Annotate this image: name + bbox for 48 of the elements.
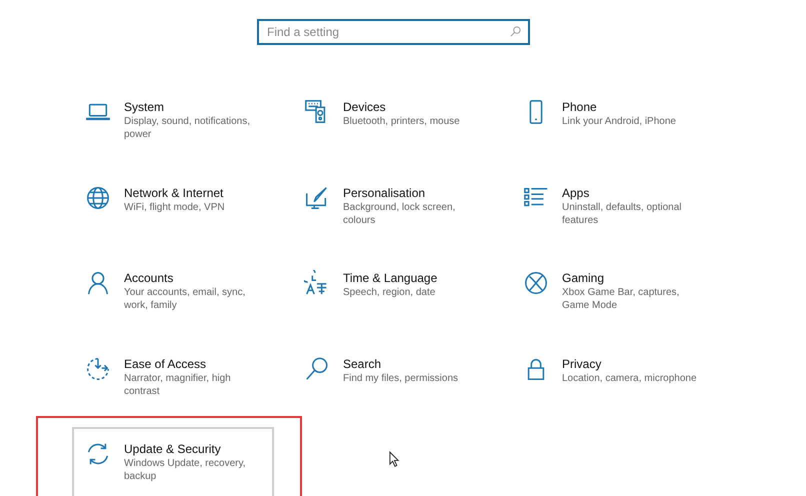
search-icon xyxy=(304,356,330,382)
category-title: Time & Language xyxy=(343,270,438,286)
category-description: Narrator, magnifier, high contrast xyxy=(124,372,232,398)
category-title: Update & Security xyxy=(124,441,222,457)
category-description: Xbox Game Bar, captures, Game Mode xyxy=(562,286,680,312)
globe-icon xyxy=(85,184,111,210)
category-description: Uninstall, defaults, optional features xyxy=(562,200,683,226)
category-title: Ease of Access xyxy=(124,356,208,372)
settings-category[interactable]: Devices Bluetooth, printers, mouse xyxy=(291,85,493,161)
category-description: Link your Android, iPhone xyxy=(562,115,677,128)
category-title: Gaming xyxy=(562,270,606,286)
category-description: Windows Update, recovery, backup xyxy=(124,457,247,483)
settings-category[interactable]: Personalisation Background, lock screen, colours xyxy=(291,170,493,246)
category-description: Find my files, permissions xyxy=(343,372,460,384)
settings-category[interactable]: Accounts Your accounts, email, sync, work, family xyxy=(72,256,274,332)
settings-category[interactable]: Time & Language Speech, region, date xyxy=(291,256,493,332)
category-description: Your accounts, email, sync, work, family xyxy=(124,286,246,312)
category-description: Location, camera, microphone xyxy=(562,372,698,384)
settings-category[interactable]: Network & Internet WiFi, flight mode, VPN xyxy=(72,170,274,246)
category-description: Speech, region, date xyxy=(343,286,436,299)
category-title: Phone xyxy=(562,99,598,115)
settings-category[interactable]: Phone Link your Android, iPhone xyxy=(510,85,712,161)
settings-category[interactable]: Update & Security Windows Update, recovery, backup xyxy=(72,427,274,496)
settings-category[interactable]: System Display, sound, notifications, power xyxy=(72,85,274,161)
category-description: Bluetooth, printers, mouse xyxy=(343,115,461,128)
sync-arrows-icon xyxy=(85,441,111,467)
category-title: Personalisation xyxy=(343,184,426,200)
category-description: Display, sound, notifications, power xyxy=(124,115,251,141)
search-field[interactable]: Find a setting xyxy=(257,19,530,45)
paintbrush-monitor-icon xyxy=(304,184,330,210)
category-description: Background, lock screen, colours xyxy=(343,200,456,226)
settings-category[interactable]: Privacy Location, camera, microphone xyxy=(510,342,712,418)
settings-category[interactable]: Gaming Xbox Game Bar, captures, Game Mode xyxy=(510,256,712,332)
category-title: Apps xyxy=(562,184,590,200)
settings-category[interactable]: Ease of Access Narrator, magnifier, high contrast xyxy=(72,342,274,418)
category-description: WiFi, flight mode, VPN xyxy=(124,200,226,214)
settings-category[interactable]: Apps Uninstall, defaults, optional features xyxy=(510,170,712,246)
category-title: Devices xyxy=(343,99,387,115)
settings-category[interactable]: Search Find my files, permissions xyxy=(291,342,493,418)
category-title: Network & Internet xyxy=(124,184,224,200)
ease-of-access-icon xyxy=(85,356,111,382)
category-title: Search xyxy=(343,356,382,372)
category-title: Privacy xyxy=(562,356,602,372)
category-title: System xyxy=(124,99,166,115)
search-icon xyxy=(510,26,521,37)
mouse-cursor-icon xyxy=(389,451,400,468)
category-title: Accounts xyxy=(124,270,174,286)
person-icon xyxy=(85,270,111,296)
